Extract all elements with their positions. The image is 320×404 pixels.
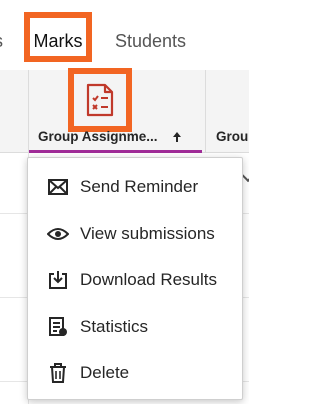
column-header-group-2[interactable]: Grou <box>216 129 248 144</box>
top-tab-bar: s Marks Students <box>0 0 249 71</box>
trash-icon <box>47 362 69 384</box>
menu-item-delete[interactable]: Delete <box>28 352 242 394</box>
menu-item-download-results[interactable]: Download Results <box>28 259 242 301</box>
download-icon <box>47 269 69 291</box>
menu-item-label: Send Reminder <box>80 177 199 196</box>
menu-item-statistics[interactable]: Statistics <box>28 306 242 348</box>
statistics-icon <box>47 316 69 338</box>
menu-item-label: Statistics <box>80 317 149 336</box>
page: s Marks Students Group Assignme... Grou <box>0 0 249 404</box>
assignment-icon <box>86 83 114 117</box>
column-options-menu: Send Reminder View submissions Download … <box>27 157 243 400</box>
menu-item-label: Download Results <box>80 270 218 289</box>
tab-marks[interactable]: Marks <box>24 12 92 62</box>
menu-item-view-submissions[interactable]: View submissions <box>28 213 242 255</box>
column-divider <box>28 70 29 152</box>
sort-ascending-icon[interactable] <box>172 131 182 143</box>
menu-item-send-reminder[interactable]: Send Reminder <box>28 166 242 208</box>
envelope-icon <box>47 176 69 198</box>
column-divider <box>205 70 206 152</box>
tab-partial[interactable]: s <box>0 22 3 60</box>
menu-item-label: View submissions <box>80 224 215 243</box>
column-header-group-assignment[interactable]: Group Assignme... <box>38 129 158 144</box>
tab-students[interactable]: Students <box>115 22 186 60</box>
assignment-icon-button[interactable] <box>68 68 132 132</box>
eye-icon <box>47 223 69 245</box>
menu-item-label: Delete <box>80 363 130 382</box>
